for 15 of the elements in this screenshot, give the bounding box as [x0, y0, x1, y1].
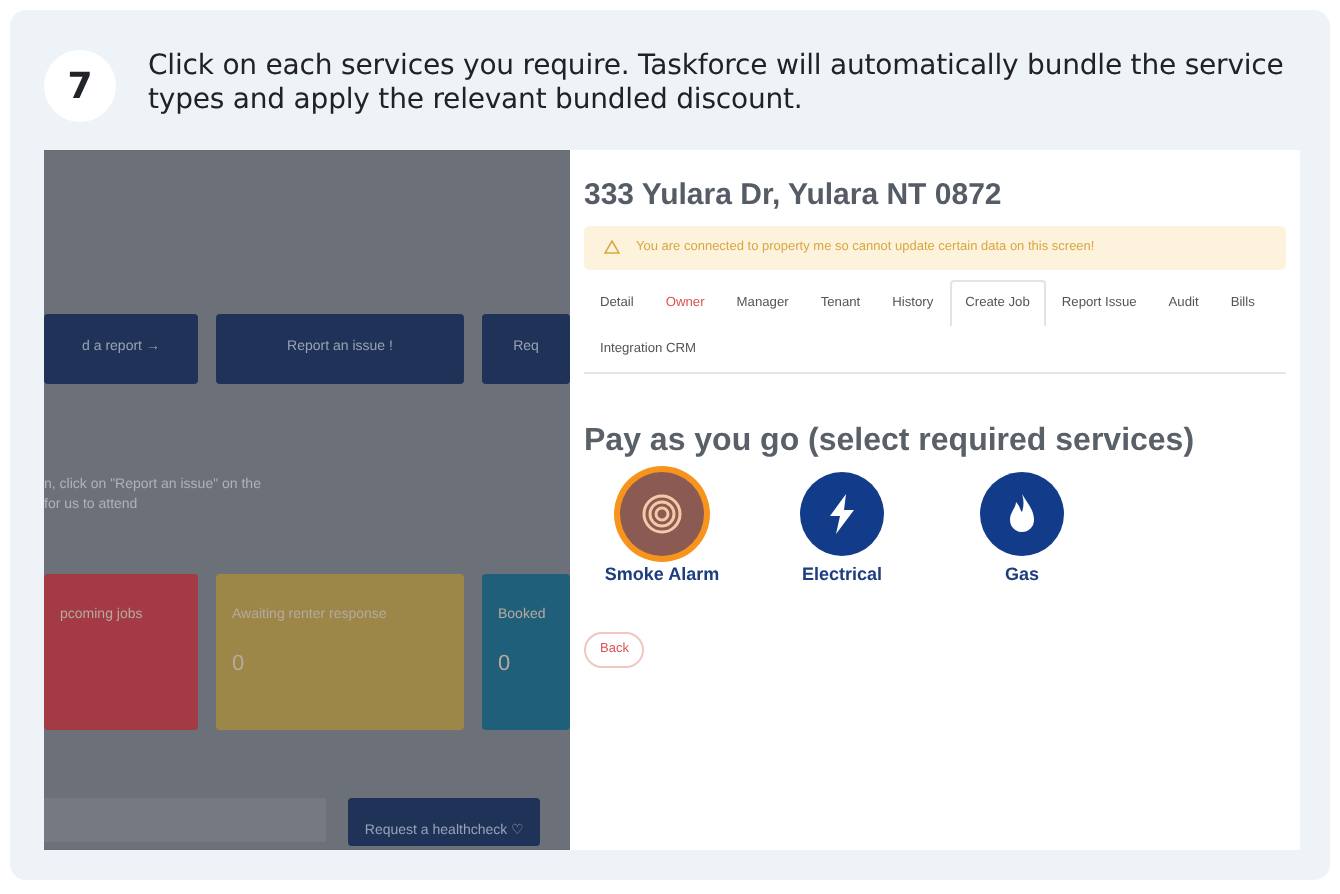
instruction-text: Click on each services you require. Taskforce will automatically bundle the service types and apply the relevant bundled discount.: [148, 50, 1286, 118]
service-option[interactable]: Smoke Alarm: [604, 471, 720, 589]
service-label: Smoke Alarm: [604, 561, 720, 588]
stat-value: 0: [232, 649, 247, 679]
input-field[interactable]: [44, 798, 326, 842]
stat-value: 0: [498, 649, 513, 679]
property-title: 333 Yulara Dr, Yulara NT 0872: [584, 178, 1004, 214]
smoke-alarm-icon: [638, 489, 686, 538]
section-title: Pay as you go (select required services): [584, 421, 1197, 460]
warning-icon: [604, 239, 620, 254]
service-label: Electrical: [801, 561, 883, 588]
service-label: Gas: [1004, 561, 1039, 588]
service-option[interactable]: Gas: [964, 471, 1080, 589]
service-option[interactable]: Electrical: [784, 471, 900, 589]
step-number: 7: [44, 50, 116, 122]
